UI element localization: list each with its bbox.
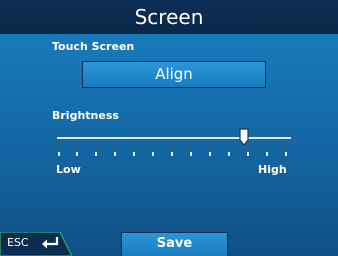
screen-settings-window: Screen Touch Screen Align Brightness Low… <box>0 0 338 256</box>
page-title: Screen <box>0 0 338 34</box>
esc-label: ESC <box>7 236 29 249</box>
touch-screen-label: Touch Screen <box>52 40 135 53</box>
slider-tick <box>95 152 97 156</box>
slider-tick <box>114 152 116 156</box>
slider-tick <box>133 152 135 156</box>
slider-tick <box>76 152 78 156</box>
slider-tick <box>228 152 230 156</box>
slider-tick <box>152 152 154 156</box>
slider-tick <box>285 152 287 156</box>
slider-tick <box>209 152 211 156</box>
brightness-label: Brightness <box>52 109 119 122</box>
brightness-slider-thumb[interactable] <box>239 128 249 146</box>
align-button[interactable]: Align <box>82 61 266 88</box>
slider-tick <box>247 152 249 156</box>
slider-tick <box>58 152 60 156</box>
slider-tick <box>171 152 173 156</box>
save-button[interactable]: Save <box>121 232 228 256</box>
return-arrow-icon <box>42 237 59 249</box>
slider-tick <box>190 152 192 156</box>
brightness-high-label: High <box>258 163 287 176</box>
brightness-slider-track[interactable] <box>57 137 291 139</box>
brightness-low-label: Low <box>56 163 81 176</box>
slider-tick <box>266 152 268 156</box>
